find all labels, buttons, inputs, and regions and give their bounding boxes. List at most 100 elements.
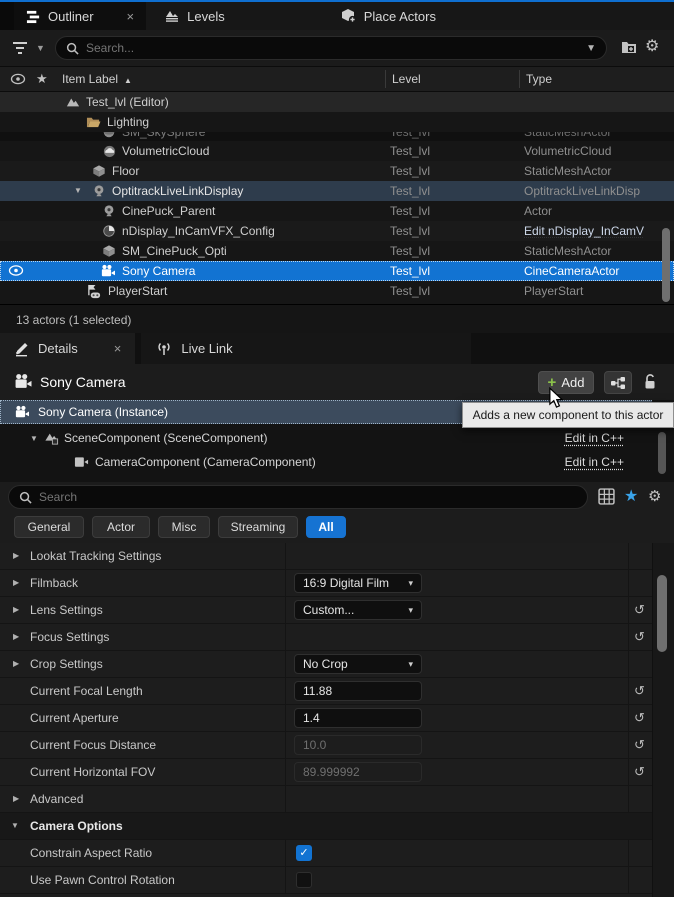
reset-icon[interactable]: ↺ — [634, 602, 645, 618]
outliner-scrollbar[interactable] — [662, 228, 670, 302]
property-row-current-focal-length[interactable]: Current Focal Length 11.88 ↺ — [0, 678, 674, 705]
close-icon[interactable]: × — [114, 341, 122, 356]
filter-all[interactable]: All — [306, 516, 346, 538]
edit-in-cpp-link[interactable]: Edit in C++ — [565, 455, 624, 469]
chevron-down-icon[interactable]: ▼ — [586, 43, 596, 54]
lens-dropdown[interactable]: Custom...▾ — [294, 600, 422, 620]
add-component-button[interactable]: + Add — [538, 371, 594, 394]
filter-general[interactable]: General — [14, 516, 84, 538]
filter-streaming[interactable]: Streaming — [218, 516, 298, 538]
collapsed-arrow-icon[interactable]: ▶ — [13, 794, 19, 803]
use-pawn-control-rotation-checkbox[interactable] — [296, 872, 312, 888]
chevron-down-icon[interactable]: ▼ — [36, 43, 45, 53]
table-row-optitracklivelinkdisplay[interactable]: ▼ OptitrackLiveLinkDisplay Test_lvl Opti… — [0, 181, 674, 201]
table-row-test-lvl[interactable]: Test_lvl (Editor) — [0, 92, 674, 112]
table-row-cinepuck-parent[interactable]: CinePuck_Parent Test_lvl Actor — [0, 201, 674, 221]
details-search-input[interactable] — [39, 490, 577, 504]
property-row-current-focus-distance[interactable]: Current Focus Distance 10.0 ↺ — [0, 732, 674, 759]
property-name-cell: ▶Crop Settings — [0, 651, 286, 677]
collapsed-arrow-icon[interactable]: ▶ — [13, 605, 19, 614]
property-row-use-pawn-control-rotation[interactable]: Use Pawn Control Rotation — [0, 867, 674, 894]
property-row-lens-settings[interactable]: ▶Lens Settings Custom...▾ ↺ — [0, 597, 674, 624]
table-row-lighting[interactable]: Lighting — [0, 112, 674, 132]
convert-to-blueprint-button[interactable] — [604, 371, 632, 394]
collapsed-arrow-icon[interactable]: ▶ — [13, 632, 19, 641]
column-item-label[interactable]: Item Label▲ — [62, 72, 132, 86]
property-row-current-aperture[interactable]: Current Aperture 1.4 ↺ — [0, 705, 674, 732]
tab-outliner[interactable]: Outliner × — [14, 2, 146, 30]
reset-icon[interactable]: ↺ — [634, 683, 645, 699]
display-options-icon[interactable] — [598, 488, 615, 505]
node-hierarchy-icon — [610, 376, 626, 390]
category-row-camera-options[interactable]: ▼ Camera Options — [0, 813, 674, 840]
tooltip-text: Adds a new component to this actor — [473, 408, 664, 422]
details-search-box[interactable] — [8, 485, 588, 509]
details-scrollbar[interactable] — [657, 575, 667, 652]
reset-icon[interactable]: ↺ — [634, 764, 645, 780]
tab-live-link[interactable]: Live Link — [141, 333, 471, 364]
aperture-field[interactable]: 1.4 — [294, 708, 422, 728]
table-row-volumetriccloud[interactable]: VolumetricCloud Test_lvl VolumetricCloud — [0, 141, 674, 161]
table-row-sm-skysphere[interactable]: SM_SkySphere Test_lvl StaticMeshActor — [0, 132, 674, 141]
favorite-column-star-icon[interactable]: ★ — [36, 71, 48, 87]
property-value-cell — [286, 786, 628, 812]
property-row-advanced[interactable]: ▶Advanced — [0, 786, 674, 813]
collapsed-arrow-icon[interactable]: ▶ — [13, 578, 19, 587]
column-divider[interactable] — [519, 70, 520, 88]
collapsed-arrow-icon[interactable]: ▶ — [13, 659, 19, 668]
property-row-filmback[interactable]: ▶Filmback 16:9 Digital Film▾ — [0, 570, 674, 597]
favorites-star-icon[interactable]: ★ — [624, 486, 638, 506]
property-row-constrain-aspect-ratio[interactable]: Constrain Aspect Ratio ✓ — [0, 840, 674, 867]
column-type[interactable]: Type — [526, 72, 552, 86]
close-icon[interactable]: × — [127, 9, 135, 24]
gear-icon[interactable]: ⚙ — [645, 36, 659, 56]
actor-count-text: 13 actors (1 selected) — [16, 313, 131, 327]
crop-dropdown[interactable]: No Crop▾ — [294, 654, 422, 674]
outliner-toolbar: ▼ ▼ ⚙ — [0, 30, 674, 66]
property-row-focus-settings[interactable]: ▶Focus Settings ↺ — [0, 624, 674, 651]
component-row-cameracomponent[interactable]: CameraComponent (CameraComponent) Edit i… — [0, 450, 660, 474]
focal-length-field[interactable]: 11.88 — [294, 681, 422, 701]
visibility-column-eye-icon[interactable] — [10, 73, 26, 85]
filter-misc[interactable]: Misc — [158, 516, 210, 538]
column-divider[interactable] — [385, 70, 386, 88]
tab-levels[interactable]: Levels — [152, 2, 237, 30]
reset-icon[interactable]: ↺ — [634, 629, 645, 645]
reset-column: ↺ — [628, 597, 652, 623]
property-name-cell: ▶Advanced — [0, 786, 286, 812]
reset-icon[interactable]: ↺ — [634, 710, 645, 726]
expand-arrow-icon[interactable]: ▼ — [30, 434, 38, 443]
filter-icon[interactable] — [12, 41, 30, 55]
expanded-arrow-icon[interactable]: ▼ — [11, 821, 19, 830]
property-row-crop-settings[interactable]: ▶Crop Settings No Crop▾ — [0, 651, 674, 678]
constrain-aspect-ratio-checkbox[interactable]: ✓ — [296, 845, 312, 861]
filmback-dropdown[interactable]: 16:9 Digital Film▾ — [294, 573, 422, 593]
column-level[interactable]: Level — [392, 72, 421, 86]
table-row-floor[interactable]: Floor Test_lvl StaticMeshActor — [0, 161, 674, 181]
table-row-sony-camera[interactable]: Sony Camera Test_lvl CineCameraActor — [0, 261, 674, 281]
edit-ndisplay-link[interactable]: Edit nDisplay_InCamV — [524, 224, 656, 238]
table-row-ndisplay-config[interactable]: nDisplay_InCamVFX_Config Test_lvl Edit n… — [0, 221, 674, 241]
property-row-lookat-tracking[interactable]: ▶Lookat Tracking Settings — [0, 543, 674, 570]
component-row-scenecomponent[interactable]: ▼ SceneComponent (SceneComponent) Edit i… — [0, 426, 660, 450]
component-scrollbar[interactable] — [658, 432, 666, 474]
table-row-sm-cinepuck-opti[interactable]: SM_CinePuck_Opti Test_lvl StaticMeshActo… — [0, 241, 674, 261]
unlock-icon[interactable] — [642, 373, 658, 390]
eye-icon[interactable] — [8, 264, 24, 277]
collapsed-arrow-icon[interactable]: ▶ — [13, 551, 19, 560]
new-folder-icon[interactable] — [620, 38, 638, 56]
outliner-search-input[interactable] — [86, 41, 579, 55]
table-row-playerstart[interactable]: PlayerStart Test_lvl PlayerStart — [0, 281, 674, 301]
reset-icon[interactable]: ↺ — [634, 737, 645, 753]
filter-actor[interactable]: Actor — [92, 516, 150, 538]
reset-column — [628, 543, 652, 569]
chevron-down-icon: ▾ — [408, 578, 413, 589]
tab-details[interactable]: Details × — [0, 333, 135, 364]
edit-in-cpp-link[interactable]: Edit in C++ — [565, 431, 624, 445]
tab-place-actors[interactable]: Place Actors — [329, 2, 448, 30]
gear-icon[interactable]: ⚙ — [648, 487, 661, 505]
property-row-current-horizontal-fov[interactable]: Current Horizontal FOV 89.999992 ↺ — [0, 759, 674, 786]
expand-arrow-icon[interactable]: ▼ — [74, 186, 82, 195]
outliner-search-box[interactable]: ▼ — [55, 36, 607, 60]
scenecomponent-icon — [44, 431, 59, 445]
